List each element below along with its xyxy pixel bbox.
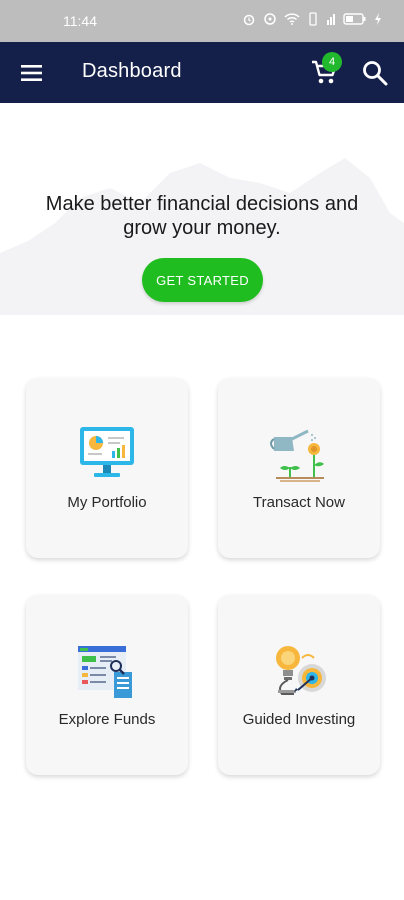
battery-icon	[343, 13, 366, 25]
hero-headline: Make better financial decisions and grow…	[0, 192, 404, 240]
portfolio-monitor-icon	[80, 427, 134, 477]
status-bar: 11:44	[0, 0, 404, 42]
card-label: My Portfolio	[67, 494, 147, 511]
vibrate-icon	[309, 12, 317, 26]
card-label: Transact Now	[253, 494, 345, 511]
signal-icon	[327, 14, 335, 25]
card-label: Guided Investing	[242, 711, 356, 728]
guided-investing-card[interactable]: Guided Investing	[218, 595, 380, 775]
card-label: Explore Funds	[58, 711, 156, 728]
menu-icon[interactable]	[19, 61, 45, 85]
data-saver-icon	[264, 13, 276, 25]
wifi-icon	[284, 13, 300, 25]
get-started-button[interactable]: GET STARTED	[142, 258, 263, 302]
status-icons	[242, 12, 382, 26]
hero-line-2: grow your money.	[123, 217, 281, 239]
explore-funds-card[interactable]: Explore Funds	[26, 595, 188, 775]
charging-icon	[375, 13, 381, 25]
page-title: Dashboard	[82, 60, 182, 82]
my-portfolio-card[interactable]: My Portfolio	[26, 378, 188, 558]
hero-banner: Make better financial decisions and grow…	[0, 103, 404, 315]
fund-document-icon	[78, 646, 132, 698]
cart-count-badge: 4	[322, 52, 342, 72]
app-bar: Dashboard 4	[0, 42, 404, 103]
alarm-icon	[243, 14, 255, 26]
lightbulb-target-icon	[276, 646, 326, 695]
watering-can-plant-icon	[270, 429, 324, 482]
search-icon[interactable]	[361, 59, 389, 87]
status-time: 11:44	[63, 13, 97, 29]
hero-line-1: Make better financial decisions and	[45, 193, 359, 215]
transact-now-card[interactable]: Transact Now	[218, 378, 380, 558]
